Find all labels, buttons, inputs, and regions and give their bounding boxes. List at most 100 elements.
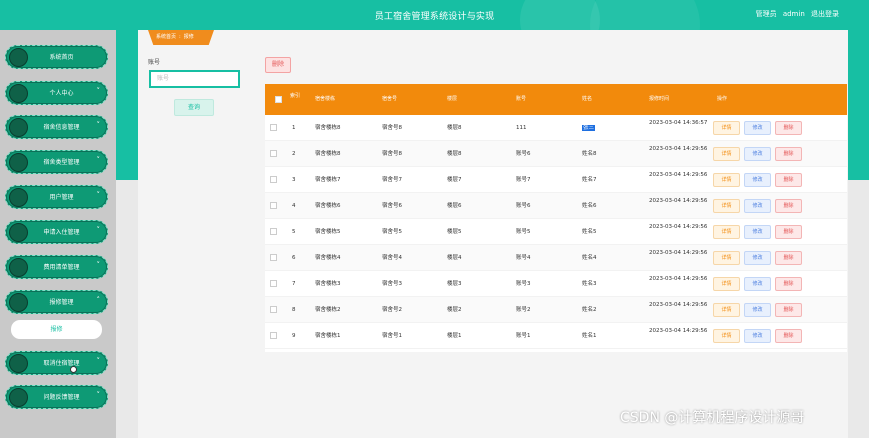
detail-button[interactable]: 详情 xyxy=(713,251,740,265)
cell-dorm-no: 宿舍号3 xyxy=(382,281,402,287)
menu-bullet-icon xyxy=(9,153,28,172)
detail-button[interactable]: 详情 xyxy=(713,329,740,343)
menu-bullet-icon xyxy=(9,354,28,373)
app-title: 员工宿舍管理系统设计与实现 xyxy=(374,12,495,22)
breadcrumb-home[interactable]: 系统首页 xyxy=(156,34,176,40)
sidebar-item[interactable]: 取消住宿管理 ˅ xyxy=(5,351,108,375)
delete-button[interactable]: 删除 xyxy=(775,199,802,213)
detail-button[interactable]: 详情 xyxy=(713,225,740,239)
menu-bullet-icon xyxy=(9,84,28,103)
repair-table: 索引 宿舍楼栋 宿舍号 楼层 账号 姓名 报修时间 操作 1 宿舍楼栋8 宿舍号8 楼… xyxy=(265,84,847,352)
row-checkbox[interactable] xyxy=(270,202,277,209)
cell-name: 姓名3 xyxy=(582,281,597,287)
cell-dorm-no: 宿舍号1 xyxy=(382,333,402,339)
header-account: 账号 xyxy=(516,96,527,102)
delete-button[interactable]: 删除 xyxy=(775,303,802,317)
delete-button[interactable]: 删除 xyxy=(775,225,802,239)
edit-button[interactable]: 修改 xyxy=(744,303,771,317)
sidebar: 系统首页 个人中心 ˅ 宿舍信息管理 ˅ 宿舍类型管理 ˅ 用户管理 ˅ 申请入住管理 ˅ 费用清单管… xyxy=(0,30,116,438)
sidebar-item-label: 取消住宿管理 xyxy=(43,360,80,367)
detail-button[interactable]: 详情 xyxy=(713,303,740,317)
sidebar-item-label: 申请入住管理 xyxy=(43,229,80,236)
delete-button[interactable]: 删除 xyxy=(775,121,802,135)
cell-index: 3 xyxy=(292,177,296,183)
detail-button[interactable]: 详情 xyxy=(713,173,740,187)
edit-button[interactable]: 修改 xyxy=(744,329,771,343)
cell-account: 账号6 xyxy=(516,151,531,157)
cell-floor: 楼层7 xyxy=(447,177,462,183)
detail-button[interactable]: 详情 xyxy=(713,277,740,291)
row-checkbox[interactable] xyxy=(270,280,277,287)
edit-button[interactable]: 修改 xyxy=(744,173,771,187)
row-checkbox[interactable] xyxy=(270,254,277,261)
sidebar-item-label: 用户管理 xyxy=(49,194,74,201)
cell-building: 宿舍楼栋2 xyxy=(315,307,341,313)
edit-button[interactable]: 修改 xyxy=(744,251,771,265)
chevron-down-icon: ˅ xyxy=(96,87,101,95)
sidebar-item[interactable]: 宿舍信息管理 ˅ xyxy=(5,115,108,139)
edit-button[interactable]: 修改 xyxy=(744,199,771,213)
cell-dorm-no: 宿舍号2 xyxy=(382,307,402,313)
batch-delete-button[interactable]: 删除 xyxy=(265,57,291,73)
sidebar-item[interactable]: 系统首页 xyxy=(5,45,108,69)
sidebar-item[interactable]: 问题反馈管理 ˅ xyxy=(5,385,108,409)
cell-account: 111 xyxy=(516,125,527,131)
sidebar-item[interactable]: 个人中心 ˅ xyxy=(5,81,108,105)
cell-account: 账号4 xyxy=(516,255,531,261)
cell-floor: 楼层4 xyxy=(447,255,462,261)
menu-bullet-icon xyxy=(9,293,28,312)
edit-button[interactable]: 修改 xyxy=(744,147,771,161)
menu-bullet-icon xyxy=(9,388,28,407)
cell-building: 宿舍楼栋6 xyxy=(315,203,341,209)
delete-button[interactable]: 删除 xyxy=(775,277,802,291)
sidebar-item[interactable]: 宿舍类型管理 ˅ xyxy=(5,150,108,174)
edit-button[interactable]: 修改 xyxy=(744,277,771,291)
cell-index: 1 xyxy=(292,125,296,131)
sidebar-item-label: 宿舍类型管理 xyxy=(43,159,80,166)
selected-text: 张三 xyxy=(582,125,596,131)
select-all-checkbox[interactable] xyxy=(275,96,282,103)
row-checkbox[interactable] xyxy=(270,150,277,157)
sidebar-item[interactable]: 申请入住管理 ˅ xyxy=(5,220,108,244)
delete-button[interactable]: 删除 xyxy=(775,251,802,265)
sidebar-subitem-repair[interactable]: 报修 xyxy=(11,320,102,339)
row-checkbox[interactable] xyxy=(270,176,277,183)
delete-button[interactable]: 删除 xyxy=(775,173,802,187)
row-checkbox[interactable] xyxy=(270,306,277,313)
row-checkbox[interactable] xyxy=(270,332,277,339)
user-role: 管理员 xyxy=(755,10,777,18)
search-input[interactable]: 账号 xyxy=(149,70,240,88)
table-header: 索引 宿舍楼栋 宿舍号 楼层 账号 姓名 报修时间 操作 xyxy=(265,84,847,115)
header-actions: 操作 xyxy=(717,96,728,102)
cell-dorm-no: 宿舍号5 xyxy=(382,229,402,235)
cell-name: 姓名2 xyxy=(582,307,597,313)
detail-button[interactable]: 详情 xyxy=(713,147,740,161)
sidebar-item-label: 个人中心 xyxy=(49,90,74,97)
row-checkbox[interactable] xyxy=(270,124,277,131)
sidebar-item[interactable]: 用户管理 ˅ xyxy=(5,185,108,209)
table-row: 9 宿舍楼栋1 宿舍号1 楼层1 账号1 姓名1 2023-03-04 14:29:56 详情… xyxy=(265,323,847,349)
sidebar-item-label: 问题反馈管理 xyxy=(43,394,80,401)
logout-link[interactable]: 退出登录 xyxy=(811,10,839,18)
edit-button[interactable]: 修改 xyxy=(744,225,771,239)
detail-button[interactable]: 详情 xyxy=(713,121,740,135)
cell-time: 2023-03-04 14:29:56 xyxy=(649,328,708,334)
chevron-down-icon: ˅ xyxy=(96,391,101,399)
detail-button[interactable]: 详情 xyxy=(713,199,740,213)
cell-index: 9 xyxy=(292,333,296,339)
header-building: 宿舍楼栋 xyxy=(315,96,336,102)
delete-button[interactable]: 删除 xyxy=(775,147,802,161)
sidebar-item[interactable]: 费用清单管理 ˅ xyxy=(5,255,108,279)
cell-name: 姓名5 xyxy=(582,229,597,235)
cell-dorm-no: 宿舍号8 xyxy=(382,151,402,157)
table-row: 1 宿舍楼栋8 宿舍号8 楼层8 111 张三 2023-03-04 14:36:57 详情修… xyxy=(265,115,847,141)
delete-button[interactable]: 删除 xyxy=(775,329,802,343)
sidebar-item[interactable]: 报修管理 ˄ xyxy=(5,290,108,314)
cell-dorm-no: 宿舍号8 xyxy=(382,125,402,131)
sidebar-item-label: 报修管理 xyxy=(49,299,74,306)
row-checkbox[interactable] xyxy=(270,228,277,235)
breadcrumb: 系统首页: 报修 xyxy=(148,30,214,45)
cell-account: 账号1 xyxy=(516,333,531,339)
edit-button[interactable]: 修改 xyxy=(744,121,771,135)
search-button[interactable]: 查询 xyxy=(174,99,214,116)
